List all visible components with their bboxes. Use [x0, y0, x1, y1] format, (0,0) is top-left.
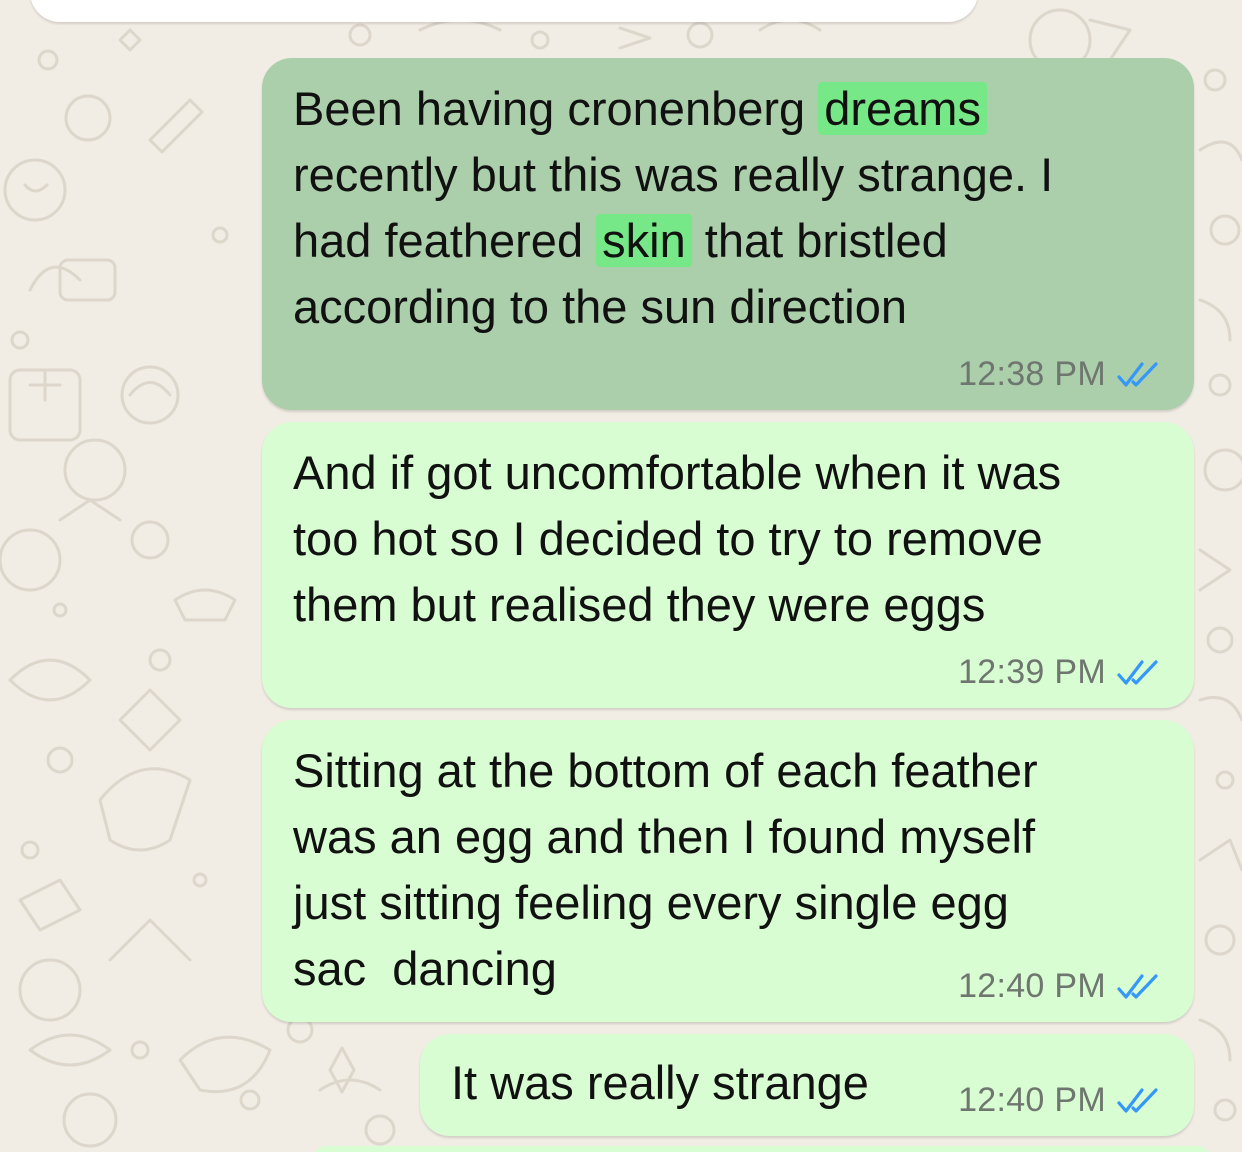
message-timestamp: 12:38 PM	[958, 355, 1106, 393]
message-meta: 12:40 PM	[958, 967, 1160, 1006]
message-timestamp: 12:40 PM	[958, 967, 1106, 1005]
message-timestamp: 12:40 PM	[958, 1081, 1106, 1119]
search-highlight: skin	[596, 214, 692, 267]
message-text-part: Been having cronenberg	[293, 82, 819, 135]
message-meta: 12:40 PM	[958, 1081, 1160, 1120]
double-check-icon	[1117, 361, 1158, 387]
message-timestamp: 12:39 PM	[958, 653, 1106, 691]
message-meta: 12:38 PM	[958, 355, 1160, 394]
message-text: And if got uncomfortable when it was too…	[293, 446, 1062, 631]
double-check-icon	[1117, 973, 1158, 999]
search-highlight: dreams	[818, 82, 987, 135]
message-text: Sitting at the bottom of each feather wa…	[293, 744, 1038, 995]
message-bubble-2[interactable]: And if got uncomfortable when it was too…	[262, 422, 1194, 708]
message-bubble-1[interactable]: Been having cronenberg dreams recently b…	[262, 58, 1194, 410]
message-bubble-3[interactable]: Sitting at the bottom of each feather wa…	[262, 720, 1194, 1022]
previous-message-bubble[interactable]	[30, 0, 978, 22]
double-check-icon	[1117, 1087, 1158, 1113]
next-message-bubble[interactable]	[312, 1146, 1212, 1152]
message-text: Been having cronenberg dreams recently b…	[293, 76, 1164, 340]
double-check-icon	[1117, 659, 1158, 685]
message-bubble-4[interactable]: It was really strange 12:40 PM	[420, 1034, 1194, 1136]
message-meta: 12:39 PM	[958, 653, 1160, 692]
